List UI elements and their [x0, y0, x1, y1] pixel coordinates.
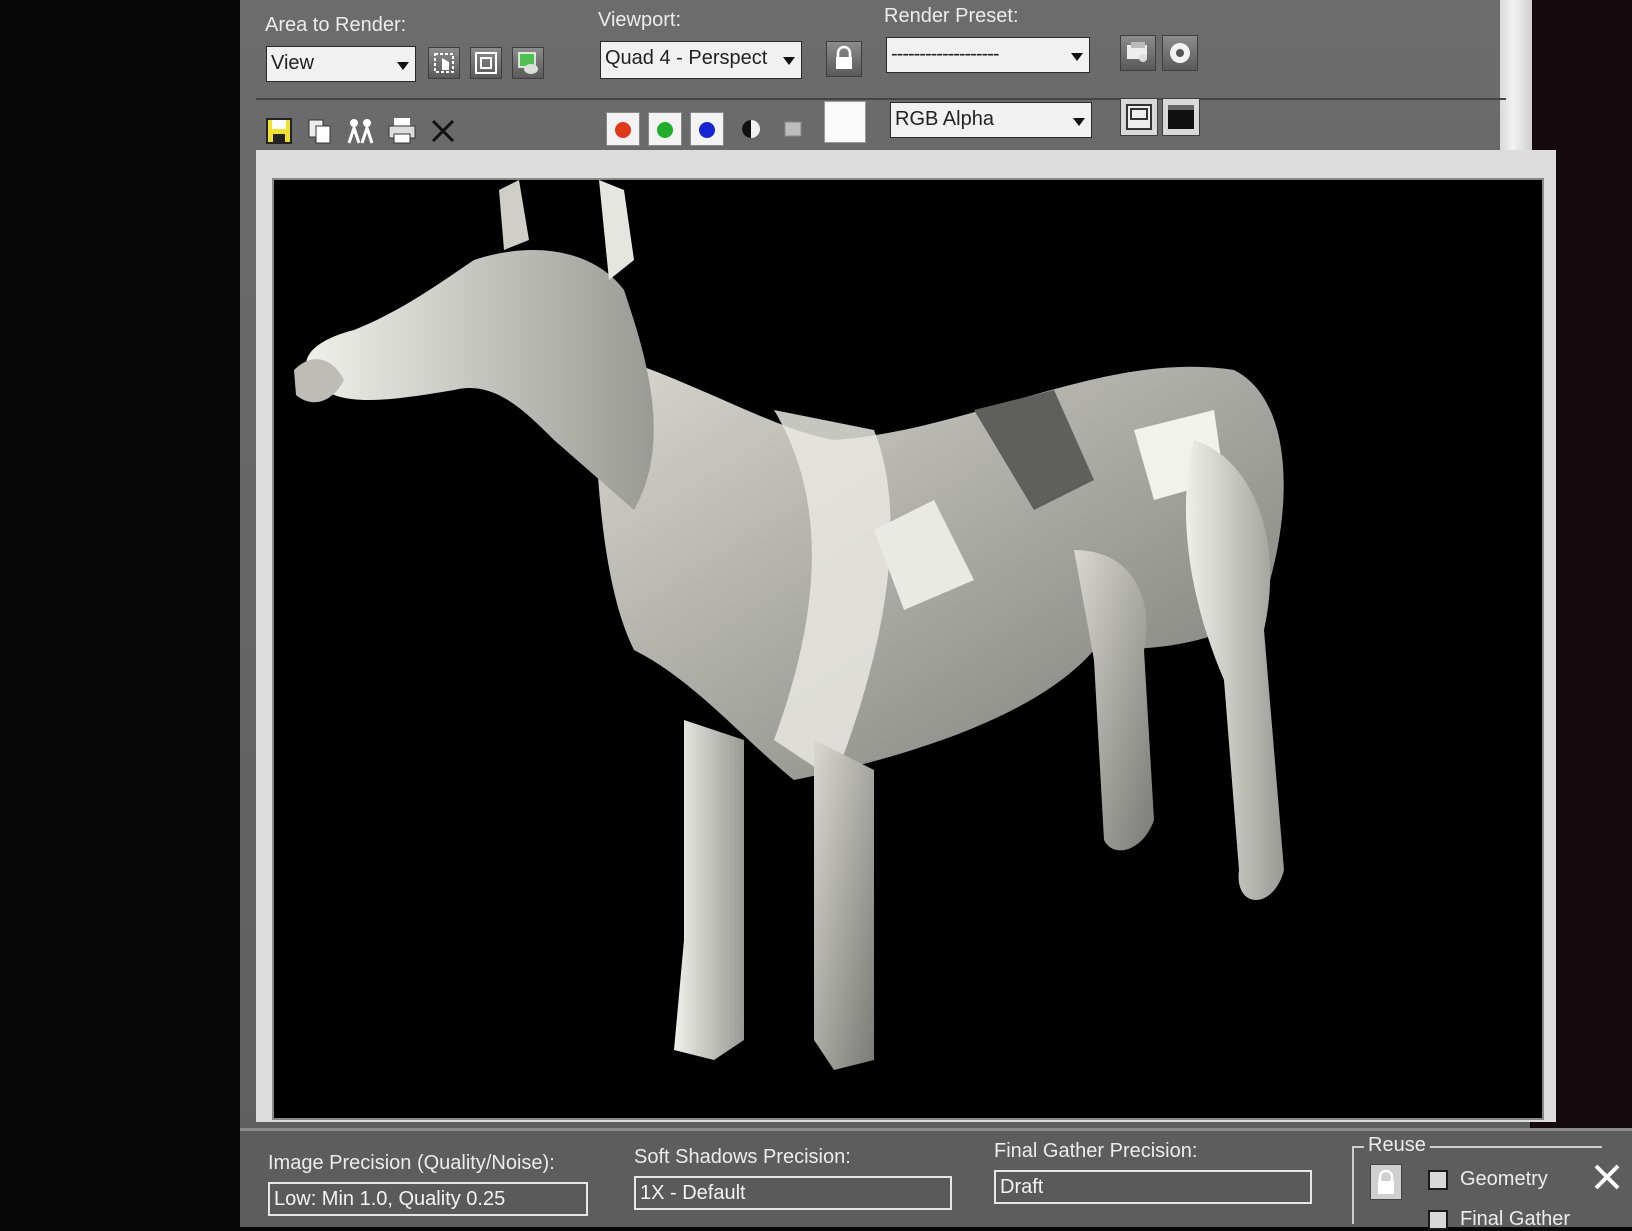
monochrome-toggle[interactable]: [736, 114, 766, 144]
red-channel-toggle[interactable]: [606, 112, 640, 146]
final-gather-value: Draft: [1000, 1176, 1044, 1198]
final-gather-field[interactable]: Draft: [994, 1170, 1312, 1204]
copy-image-icon: [308, 119, 331, 144]
area-to-render-dropdown[interactable]: View: [266, 46, 416, 82]
clone-window-icon: [347, 119, 374, 144]
save-image-icon: [266, 118, 292, 144]
fullscreen-button[interactable]: [1162, 98, 1200, 136]
toggle-ui-icon: [1126, 104, 1152, 130]
chevron-down-icon: [783, 57, 795, 65]
chevron-down-icon: [397, 62, 409, 70]
print-icon: [388, 118, 416, 144]
clear-geometry-button[interactable]: [1590, 1160, 1624, 1194]
reuse-label: Reuse: [1364, 1134, 1430, 1157]
viewport-label: Viewport:: [598, 9, 682, 31]
auto-region-icon: [475, 52, 497, 74]
red-channel-icon: [615, 122, 631, 138]
image-precision-label: Image Precision (Quality/Noise):: [268, 1152, 555, 1174]
mono-icon: [742, 120, 760, 138]
copy-render-icon: [518, 52, 538, 74]
area-to-render-value: View: [271, 52, 314, 74]
viewport-dropdown[interactable]: Quad 4 - Perspect: [600, 41, 802, 79]
green-channel-icon: [657, 122, 673, 138]
clear-icon: [431, 119, 455, 143]
blue-channel-toggle[interactable]: [690, 112, 724, 146]
toggle-ui-button[interactable]: [1120, 98, 1158, 136]
save-image-button[interactable]: [264, 116, 294, 146]
final-gather-label: Final Gather Precision:: [994, 1140, 1198, 1162]
display-channel-value: RGB Alpha: [895, 108, 994, 130]
blue-channel-icon: [699, 122, 715, 138]
clear-image-button[interactable]: [428, 116, 458, 146]
display-channel-dropdown[interactable]: RGB Alpha: [890, 102, 1092, 138]
viewport-value: Quad 4 - Perspect: [605, 47, 768, 69]
render-preset-value: -------------------: [891, 43, 1000, 65]
copy-render-button[interactable]: [512, 47, 544, 79]
chevron-down-icon: [1071, 53, 1083, 61]
image-precision-value: Low: Min 1.0, Quality 0.25: [274, 1188, 506, 1210]
close-icon: [1594, 1164, 1620, 1190]
lock-geometry-button[interactable]: [1370, 1164, 1402, 1200]
environment-icon: [1170, 43, 1190, 63]
soft-shadows-field[interactable]: 1X - Default: [634, 1176, 952, 1210]
lock-viewport-button[interactable]: [826, 41, 862, 77]
alpha-channel-toggle[interactable]: [778, 114, 808, 144]
render-preset-dropdown[interactable]: -------------------: [886, 37, 1090, 73]
final-gather-reuse-checkbox[interactable]: [1428, 1210, 1448, 1230]
soft-shadows-label: Soft Shadows Precision:: [634, 1146, 851, 1168]
rendered-dog-model-icon: [294, 180, 1284, 1070]
render-preset-label: Render Preset:: [884, 5, 1019, 27]
geometry-checkbox[interactable]: [1428, 1170, 1448, 1190]
render-setup-icon: [1127, 42, 1147, 62]
green-channel-toggle[interactable]: [648, 112, 682, 146]
edit-region-button[interactable]: [428, 47, 460, 79]
render-setup-button[interactable]: [1120, 35, 1156, 71]
soft-shadows-value: 1X - Default: [640, 1182, 746, 1204]
print-image-button[interactable]: [386, 114, 418, 146]
final-gather-reuse-label: Final Gather: [1460, 1208, 1571, 1230]
background-color-swatch[interactable]: [824, 101, 866, 143]
toolbar-separator: [256, 98, 1506, 100]
lock-icon: [836, 45, 852, 69]
image-precision-field[interactable]: Low: Min 1.0, Quality 0.25: [268, 1182, 588, 1216]
edit-region-icon: [434, 53, 454, 73]
auto-region-button[interactable]: [470, 47, 502, 79]
copy-image-button[interactable]: [305, 116, 335, 146]
lock-icon: [1378, 1169, 1394, 1194]
clone-window-button[interactable]: [344, 116, 378, 146]
rendered-image[interactable]: [272, 178, 1544, 1120]
fullscreen-icon: [1168, 105, 1194, 129]
chevron-down-icon: [1073, 118, 1085, 126]
area-to-render-label: Area to Render:: [265, 14, 407, 36]
alpha-icon: [784, 121, 802, 137]
environment-button[interactable]: [1162, 35, 1198, 71]
geometry-label: Geometry: [1460, 1168, 1548, 1190]
